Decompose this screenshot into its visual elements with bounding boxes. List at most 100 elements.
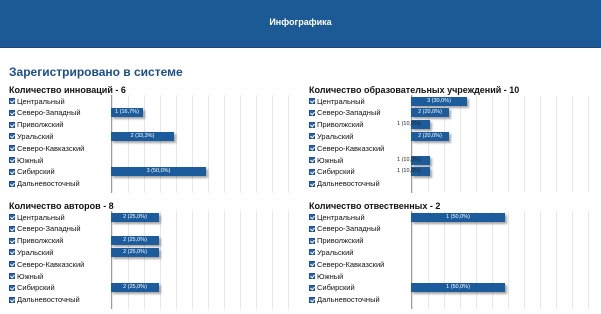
region-filter-4[interactable]: Северо-Кавказский xyxy=(309,258,411,270)
checkbox-icon[interactable] xyxy=(309,168,315,175)
region-label: Северо-Западный xyxy=(17,224,81,234)
bar-plot-area: 3 (30,0%) 2 (20,0%) 1 (10,0%) 2 (20,0%) 1 (1… xyxy=(397,95,599,193)
checkbox-icon[interactable] xyxy=(9,133,15,140)
region-filter-3[interactable]: Уральский xyxy=(9,246,111,258)
region-label: Сибирский xyxy=(17,283,55,293)
region-label: Уральский xyxy=(317,247,354,257)
region-label: Центральный xyxy=(317,96,365,106)
region-label: Дальневосточный xyxy=(317,179,380,189)
region-filter-6[interactable]: Сибирский xyxy=(9,166,111,178)
region-filter-1[interactable]: Северо-Западный xyxy=(309,223,411,235)
region-filter-3[interactable]: Уральский xyxy=(9,130,111,142)
checkbox-icon[interactable] xyxy=(9,109,15,116)
checkbox-icon[interactable] xyxy=(309,296,315,303)
bar-plot-area: 1 (50,0%) 1 (50,0%) xyxy=(411,211,599,309)
checkbox-icon[interactable] xyxy=(9,157,15,163)
checkbox-icon[interactable] xyxy=(9,237,15,244)
region-filter-5[interactable]: Южный xyxy=(9,270,111,282)
bar-value-label: 1 (50,0%) xyxy=(446,213,470,220)
chart-panel-innovations: Количество инноваций - 6 Центральный Севе… xyxy=(9,85,304,197)
checkbox-icon[interactable] xyxy=(309,133,315,140)
checkbox-icon[interactable] xyxy=(9,121,15,128)
region-filter-1[interactable]: Северо-Западный xyxy=(9,223,111,235)
region-label: Приволжский xyxy=(317,236,364,246)
region-filter-2[interactable]: Приволжский xyxy=(9,235,111,247)
bar-value-label: 2 (25,0%) xyxy=(123,248,147,255)
chart-title: Количество отвественных - 2 xyxy=(309,201,441,211)
region-label: Уральский xyxy=(317,131,354,141)
checkbox-icon[interactable] xyxy=(9,249,15,256)
checkbox-icon[interactable] xyxy=(309,249,315,256)
checkbox-icon[interactable] xyxy=(309,145,315,152)
checkbox-icon[interactable] xyxy=(9,284,15,291)
region-label: Северо-Западный xyxy=(317,108,381,118)
bar-value-label: 2 (25,0%) xyxy=(123,213,147,220)
checkbox-icon[interactable] xyxy=(309,180,315,187)
region-label: Северо-Западный xyxy=(17,108,81,118)
checkbox-icon[interactable] xyxy=(309,98,315,104)
region-label: Сибирский xyxy=(317,283,355,293)
checkbox-icon[interactable] xyxy=(9,225,15,232)
region-filter-0[interactable]: Центральный xyxy=(9,95,111,107)
checkbox-icon[interactable] xyxy=(309,237,315,244)
checkbox-icon[interactable] xyxy=(309,121,315,128)
checkbox-icon[interactable] xyxy=(9,273,15,279)
region-filter-4[interactable]: Северо-Кавказский xyxy=(9,258,111,270)
region-label: Дальневосточный xyxy=(317,295,380,305)
region-label: Северо-Западный xyxy=(317,224,381,234)
checkbox-icon[interactable] xyxy=(309,261,315,268)
region-filter-6[interactable]: Сибирский xyxy=(309,166,411,178)
region-filter-4[interactable]: Северо-Кавказский xyxy=(309,142,411,154)
region-label: Северо-Кавказский xyxy=(17,259,85,269)
checkbox-icon[interactable] xyxy=(9,98,15,104)
checkbox-icon[interactable] xyxy=(9,296,15,303)
region-filter-6[interactable]: Сибирский xyxy=(309,282,411,294)
region-label: Приволжский xyxy=(317,120,364,130)
region-filter-1[interactable]: Северо-Западный xyxy=(9,107,111,119)
checkbox-icon[interactable] xyxy=(9,168,15,175)
checkbox-icon[interactable] xyxy=(309,109,315,116)
region-filter-6[interactable]: Сибирский xyxy=(9,282,111,294)
region-filter-2[interactable]: Приволжский xyxy=(309,119,411,131)
region-label: Сибирский xyxy=(17,167,55,177)
bar-value-label: 2 (33,3%) xyxy=(130,132,155,139)
checkbox-icon[interactable] xyxy=(9,214,15,220)
region-filter-4[interactable]: Северо-Кавказский xyxy=(9,142,111,154)
region-filter-2[interactable]: Приволжский xyxy=(309,235,411,247)
bar-value-label: 2 (20,0%) xyxy=(418,132,442,139)
checkbox-icon[interactable] xyxy=(9,145,15,152)
checkbox-icon[interactable] xyxy=(309,157,315,163)
region-filter-5[interactable]: Южный xyxy=(309,154,411,166)
region-filter-0[interactable]: Центральный xyxy=(9,211,111,223)
region-label: Уральский xyxy=(17,131,54,141)
region-filter-7[interactable]: Дальневосточный xyxy=(309,178,411,190)
plot-grid xyxy=(111,211,301,309)
bar-value-label: 1 (10,0%) xyxy=(397,168,421,175)
region-filter-7[interactable]: Дальневосточный xyxy=(9,294,111,306)
checkbox-icon[interactable] xyxy=(9,180,15,187)
bar-plot-area: 1 (16,7%) 2 (33,3%) 3 (50,0%) xyxy=(111,95,301,193)
region-label: Центральный xyxy=(317,212,365,222)
checkbox-icon[interactable] xyxy=(309,284,315,291)
region-label: Южный xyxy=(17,271,44,281)
checkbox-icon[interactable] xyxy=(309,225,315,232)
bar-value-label: 2 (20,0%) xyxy=(418,109,442,116)
region-filter-5[interactable]: Южный xyxy=(309,270,411,282)
region-label: Дальневосточный xyxy=(17,179,80,189)
region-label: Северо-Кавказский xyxy=(317,143,385,153)
region-filter-0[interactable]: Центральный xyxy=(309,95,411,107)
region-filter-5[interactable]: Южный xyxy=(9,154,111,166)
region-filter-3[interactable]: Уральский xyxy=(309,246,411,258)
region-filter-3[interactable]: Уральский xyxy=(309,130,411,142)
checkbox-icon[interactable] xyxy=(309,273,315,279)
region-filter-2[interactable]: Приволжский xyxy=(9,119,111,131)
plot-grid xyxy=(411,211,599,309)
region-label: Приволжский xyxy=(17,120,64,130)
checkbox-icon[interactable] xyxy=(9,261,15,268)
region-filter-7[interactable]: Дальневосточный xyxy=(9,178,111,190)
checkbox-icon[interactable] xyxy=(309,214,315,220)
region-label: Дальневосточный xyxy=(17,295,80,305)
region-filter-1[interactable]: Северо-Западный xyxy=(309,107,411,119)
region-filter-0[interactable]: Центральный xyxy=(309,211,411,223)
region-filter-7[interactable]: Дальневосточный xyxy=(309,294,411,306)
